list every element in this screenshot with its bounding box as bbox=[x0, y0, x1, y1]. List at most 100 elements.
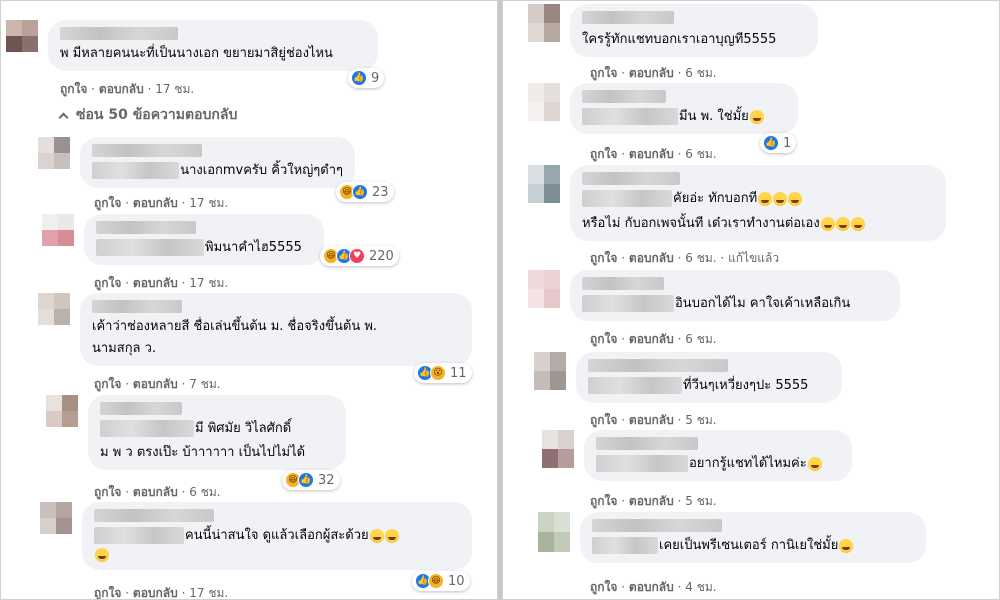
reaction-summary[interactable]: 👍 1 bbox=[760, 133, 797, 153]
avatar[interactable] bbox=[542, 430, 574, 468]
avatar[interactable] bbox=[38, 137, 70, 169]
reply-action[interactable]: ตอบกลับ bbox=[133, 485, 178, 499]
blurred-text bbox=[596, 455, 688, 472]
comment-text: พิมนาคำไฮ5555 bbox=[205, 240, 302, 255]
comment-item: พิมนาคำไฮ5555 😆 👍 ♥ 220 ถูกใจ · ตอบกลับ … bbox=[42, 214, 492, 290]
reaction-summary[interactable]: 😆 👍 ♥ 220 bbox=[320, 246, 399, 266]
like-action[interactable]: ถูกใจ bbox=[590, 251, 617, 265]
reaction-summary[interactable]: 😆 👍 23 bbox=[336, 182, 394, 202]
comment-item: เคยเป็นพรีเซนเตอร์ กานิเยใช่มั้ย ถูกใจ ·… bbox=[538, 512, 988, 598]
like-action[interactable]: ถูกใจ bbox=[94, 586, 121, 600]
like-action[interactable]: ถูกใจ bbox=[94, 377, 121, 391]
blurred-author-name bbox=[582, 90, 666, 103]
blurred-author-name bbox=[596, 437, 698, 450]
reply-action[interactable]: ตอบกลับ bbox=[629, 147, 674, 161]
blurred-author-name bbox=[60, 27, 178, 40]
avatar[interactable] bbox=[528, 4, 560, 42]
timestamp[interactable]: 6 ชม. bbox=[685, 66, 716, 80]
comment-item: อยากรู้แชทได้ไหมค่ะ ถูกใจ · ตอบกลับ · 5 … bbox=[542, 430, 988, 510]
like-action[interactable]: ถูกใจ bbox=[590, 66, 617, 80]
reply-action[interactable]: ตอบกลับ bbox=[629, 494, 674, 508]
rofl-emoji-icon bbox=[788, 191, 803, 206]
hide-replies-label: ซ่อน 50 ข้อความตอบกลับ bbox=[76, 107, 238, 123]
comments-panel-right: ใครรู้ทักแชทบอกเราเอาบุญที5555 ถูกใจ · ต… bbox=[502, 0, 1000, 600]
timestamp[interactable]: 7 ชม. bbox=[189, 377, 220, 391]
comment-bubble: ที่วีนๆเหวี่ยงๆปะ 5555 bbox=[576, 352, 842, 403]
timestamp[interactable]: 4 ชม. bbox=[685, 580, 716, 594]
blurred-author-name bbox=[94, 509, 214, 522]
comment-item: คัยอ่ะ ทักบอกที หรือไม่ กับอกเพจนั้นที เ… bbox=[528, 165, 988, 267]
avatar[interactable] bbox=[534, 352, 566, 390]
like-icon: 👍 bbox=[351, 70, 367, 86]
blurred-text bbox=[92, 162, 180, 179]
avatar[interactable] bbox=[538, 512, 570, 552]
reply-action[interactable]: ตอบกลับ bbox=[629, 66, 674, 80]
blurred-text bbox=[100, 420, 194, 437]
reply-action[interactable]: ตอบกลับ bbox=[629, 251, 674, 265]
like-action[interactable]: ถูกใจ bbox=[60, 82, 87, 96]
timestamp[interactable]: 6 ชม. bbox=[685, 147, 716, 161]
comment-meta: ถูกใจ · ตอบกลับ · 5 ชม. bbox=[590, 494, 717, 508]
timestamp[interactable]: 17 ชม. bbox=[189, 586, 228, 600]
reaction-summary[interactable]: 👍 9 bbox=[348, 68, 385, 88]
rofl-emoji-icon bbox=[820, 216, 835, 231]
reaction-summary[interactable]: 👍 😆 10 bbox=[412, 571, 470, 591]
like-action[interactable]: ถูกใจ bbox=[590, 147, 617, 161]
blurred-text bbox=[94, 527, 184, 544]
avatar[interactable] bbox=[46, 395, 78, 427]
reply-action[interactable]: ตอบกลับ bbox=[629, 332, 674, 346]
timestamp[interactable]: 6 ชม. bbox=[189, 485, 220, 499]
reply-action[interactable]: ตอบกลับ bbox=[629, 580, 674, 594]
comment-bubble: อินบอกได้ไม คาใจเค้าเหลือเกิน bbox=[570, 270, 900, 321]
rofl-emoji-icon bbox=[384, 528, 399, 543]
comment-bubble: พ มีหลายคนนะที่เป็นนางเอก ขยายมาสิยู่ช่อ… bbox=[48, 20, 378, 71]
like-action[interactable]: ถูกใจ bbox=[590, 332, 617, 346]
rofl-emoji-icon bbox=[807, 456, 822, 471]
like-action[interactable]: ถูกใจ bbox=[94, 485, 121, 499]
timestamp[interactable]: 17 ชม. bbox=[189, 196, 228, 210]
avatar[interactable] bbox=[528, 165, 560, 203]
avatar[interactable] bbox=[6, 20, 38, 52]
like-action[interactable]: ถูกใจ bbox=[590, 580, 617, 594]
comment-meta: ถูกใจ · ตอบกลับ · 6 ชม. bbox=[590, 332, 717, 346]
timestamp[interactable]: 5 ชม. bbox=[685, 494, 716, 508]
comment-meta: ถูกใจ · ตอบกลับ · 17 ชม. bbox=[94, 196, 229, 210]
avatar[interactable] bbox=[40, 502, 72, 534]
rofl-emoji-icon bbox=[758, 191, 773, 206]
hide-replies-button[interactable]: ซ่อน 50 ข้อความตอบกลับ bbox=[58, 104, 237, 126]
like-action[interactable]: ถูกใจ bbox=[94, 276, 121, 290]
comment-bubble: ใครรู้ทักแชทบอกเราเอาบุญที5555 bbox=[570, 4, 818, 57]
avatar[interactable] bbox=[42, 214, 74, 246]
avatar[interactable] bbox=[528, 270, 560, 308]
reply-action[interactable]: ตอบกลับ bbox=[629, 413, 674, 427]
reaction-summary[interactable]: 👍 😮 11 bbox=[414, 363, 472, 383]
reply-action[interactable]: ตอบกลับ bbox=[133, 196, 178, 210]
reaction-count: 23 bbox=[372, 184, 389, 200]
comment-meta: ถูกใจ · ตอบกลับ · 6 ชม. bbox=[590, 66, 717, 80]
avatar[interactable] bbox=[38, 293, 70, 325]
like-action[interactable]: ถูกใจ bbox=[590, 413, 617, 427]
timestamp[interactable]: 17 ชม. bbox=[189, 276, 228, 290]
reaction-count: 32 bbox=[318, 472, 335, 488]
reaction-count: 1 bbox=[783, 135, 792, 151]
like-action[interactable]: ถูกใจ bbox=[590, 494, 617, 508]
like-action[interactable]: ถูกใจ bbox=[94, 196, 121, 210]
comment-item: อินบอกได้ไม คาใจเค้าเหลือเกิน ถูกใจ · ตอ… bbox=[528, 270, 988, 350]
avatar[interactable] bbox=[528, 83, 560, 121]
timestamp[interactable]: 5 ชม. bbox=[685, 413, 716, 427]
reply-action[interactable]: ตอบกลับ bbox=[133, 586, 178, 600]
reply-action[interactable]: ตอบกลับ bbox=[99, 82, 144, 96]
timestamp[interactable]: 6 ชม. bbox=[685, 251, 716, 265]
edited-label: แก้ไขแล้ว bbox=[728, 251, 780, 265]
comment-bubble: อยากรู้แชทได้ไหมค่ะ bbox=[584, 430, 852, 481]
timestamp[interactable]: 6 ชม. bbox=[685, 332, 716, 346]
blurred-author-name bbox=[582, 11, 674, 24]
reply-action[interactable]: ตอบกลับ bbox=[133, 377, 178, 391]
comment-text: มี พิศมัย วิไลศักดิ์ bbox=[195, 421, 292, 436]
rofl-emoji-icon bbox=[369, 528, 384, 543]
blurred-text bbox=[582, 108, 678, 125]
timestamp[interactable]: 17 ชม. bbox=[155, 82, 194, 96]
reply-action[interactable]: ตอบกลับ bbox=[133, 276, 178, 290]
reaction-count: 9 bbox=[371, 70, 380, 86]
reaction-summary[interactable]: 😆 👍 32 bbox=[282, 470, 340, 490]
